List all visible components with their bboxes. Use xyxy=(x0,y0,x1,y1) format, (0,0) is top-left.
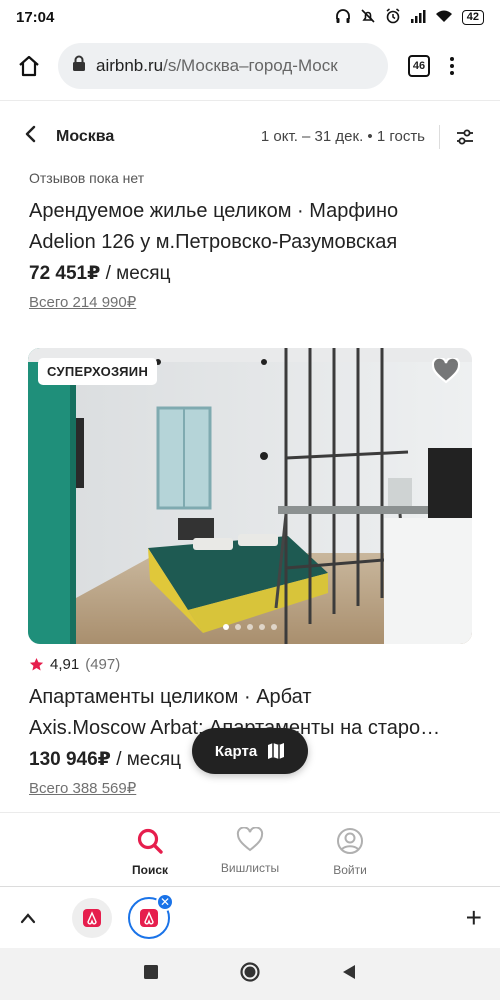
alarm-icon xyxy=(385,7,401,27)
listing-card[interactable]: Арендуемое жилье целиком · Марфино Adeli… xyxy=(29,196,469,311)
search-icon xyxy=(137,828,163,854)
headphones-icon xyxy=(335,8,351,27)
battery-level: 42 xyxy=(461,9,484,25)
wifi-icon xyxy=(435,9,453,26)
price-suffix: / месяц xyxy=(116,749,182,770)
listing-title-line2: Adelion 126 у м.Петровско-Разумовская xyxy=(29,231,398,253)
system-back-button[interactable] xyxy=(342,964,356,985)
divider xyxy=(439,124,440,149)
mute-icon xyxy=(360,8,376,27)
system-navigation-bar xyxy=(0,948,500,1000)
price-value: 130 946₽ xyxy=(29,749,111,770)
listing-photo[interactable]: СУПЕРХОЗЯИН xyxy=(28,348,472,644)
tab-count-button[interactable]: 46 xyxy=(408,55,430,77)
tab-thumbnail[interactable] xyxy=(72,897,112,938)
account-icon xyxy=(337,828,363,854)
filter-icon xyxy=(457,129,473,144)
nav-item-wishlists[interactable]: Вишлисты xyxy=(200,813,300,886)
listing-title-line1: Апартаменты целиком · Арбат xyxy=(29,686,312,708)
pagination-dot xyxy=(271,624,277,630)
tab-thumbnail-active[interactable]: ✕ xyxy=(128,892,174,939)
search-dates-guests[interactable]: 1 окт. – 31 дек. • 1 гость xyxy=(261,128,425,145)
nav-label: Войти xyxy=(333,863,367,877)
map-button[interactable]: Карта xyxy=(192,728,308,774)
nav-item-search[interactable]: Поиск xyxy=(100,813,200,886)
recents-button[interactable] xyxy=(144,964,158,984)
airbnb-logo-icon xyxy=(140,908,158,927)
more-vert-icon xyxy=(450,57,454,61)
listing-title-line1: Арендуемое жилье целиком · Марфино xyxy=(29,200,399,222)
apartment-photo xyxy=(28,348,472,644)
nav-item-login[interactable]: Войти xyxy=(300,813,400,886)
listing-rating: 4,91 (497) xyxy=(29,656,120,673)
url-text: airbnb.ru/s/Москва–город-Моск xyxy=(96,56,338,76)
pagination-dot xyxy=(247,624,253,630)
filters-button[interactable] xyxy=(454,126,476,148)
wishlist-heart-button[interactable] xyxy=(431,356,461,389)
star-icon xyxy=(29,657,44,671)
back-button[interactable] xyxy=(24,125,44,148)
home-icon xyxy=(19,55,39,77)
airbnb-logo-icon xyxy=(83,908,101,927)
chevron-up-icon xyxy=(20,912,36,923)
chevron-left-icon xyxy=(25,125,36,143)
signal-icon xyxy=(410,9,426,26)
heart-icon xyxy=(431,356,461,384)
map-icon xyxy=(268,743,285,759)
close-tab-button[interactable]: ✕ xyxy=(156,892,174,911)
status-time: 17:04 xyxy=(16,8,55,26)
listing-total[interactable]: Всего 214 990₽ xyxy=(29,293,469,311)
rating-count: (497) xyxy=(85,656,121,673)
more-menu-button[interactable] xyxy=(450,57,454,75)
search-city[interactable]: Москва xyxy=(56,128,114,146)
browser-toolbar: airbnb.ru/s/Москва–город-Моск 46 xyxy=(0,34,500,98)
address-bar[interactable]: airbnb.ru/s/Москва–город-Моск xyxy=(58,43,388,89)
expand-tabs-button[interactable] xyxy=(0,912,56,924)
url-domain: airbnb.ru xyxy=(96,56,164,75)
home-button[interactable] xyxy=(14,51,44,81)
search-header: Москва 1 окт. – 31 дек. • 1 гость xyxy=(0,100,500,172)
map-button-label: Карта xyxy=(214,742,258,760)
nav-label: Вишлисты xyxy=(220,861,280,875)
listing-price: 72 451₽ / месяц xyxy=(29,262,469,285)
rating-value: 4,91 xyxy=(50,656,80,673)
lock-icon xyxy=(72,55,86,77)
pagination-dot xyxy=(259,624,265,630)
listing-reviews: Отзывов пока нет xyxy=(29,172,145,186)
superhost-badge: СУПЕРХОЗЯИН xyxy=(38,358,158,385)
results-list: Отзывов пока нет Арендуемое жилье целико… xyxy=(0,172,500,812)
price-suffix: / месяц xyxy=(105,263,171,284)
listing-total[interactable]: Всего 388 569₽ xyxy=(29,779,473,797)
bottom-navigation: Поиск Вишлисты Войти xyxy=(0,812,500,886)
square-icon xyxy=(144,964,158,979)
status-bar: 17:04 42 xyxy=(0,0,500,34)
price-value: 72 451₽ xyxy=(29,263,101,284)
tab-switcher-bar: ✕ + xyxy=(0,886,500,948)
circle-icon xyxy=(240,961,260,982)
new-tab-button[interactable]: + xyxy=(466,902,482,934)
heart-icon xyxy=(236,827,264,852)
triangle-back-icon xyxy=(343,964,355,979)
nav-label: Поиск xyxy=(131,863,168,877)
system-home-button[interactable] xyxy=(240,961,260,987)
pagination-dot xyxy=(235,624,241,630)
pagination-dot xyxy=(223,624,229,630)
url-path: /s/Москва–город-Моск xyxy=(163,56,338,75)
photo-pagination-dots xyxy=(28,624,472,630)
